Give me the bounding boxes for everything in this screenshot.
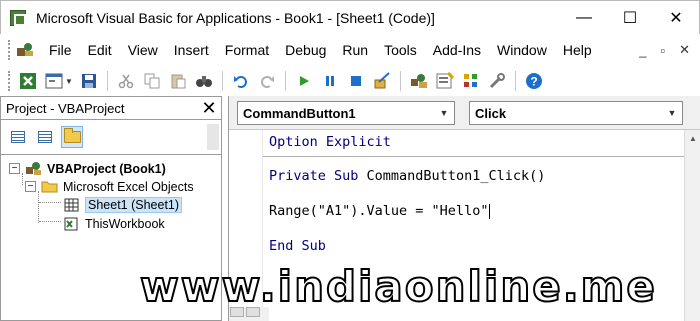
object-combo[interactable]: CommandButton1 ▼ bbox=[237, 101, 455, 125]
worksheet-icon bbox=[63, 197, 80, 212]
menu-edit[interactable]: Edit bbox=[80, 42, 120, 58]
procedure-combo-value: Click bbox=[475, 105, 507, 121]
view-excel-icon[interactable] bbox=[17, 70, 39, 92]
maximize-button[interactable]: ☐ bbox=[607, 1, 653, 35]
svg-text:?: ? bbox=[530, 75, 537, 89]
folder-open-icon bbox=[41, 179, 58, 194]
view-object-button[interactable] bbox=[34, 126, 56, 148]
watermark-text: www.indiaonline.me bbox=[139, 261, 657, 312]
tree-node-thisworkbook[interactable]: ThisWorkbook bbox=[63, 214, 165, 233]
menu-bar: File Edit View Insert Format Debug Run T… bbox=[0, 34, 700, 66]
menu-file[interactable]: File bbox=[41, 42, 80, 58]
project-pane-toolbar bbox=[0, 120, 222, 154]
redo-icon[interactable] bbox=[256, 70, 278, 92]
text-cursor bbox=[489, 203, 491, 219]
find-icon[interactable] bbox=[193, 70, 215, 92]
tree-node-vbaproject[interactable]: − VBAProject (Book1) bbox=[9, 159, 166, 178]
excel-vba-app-icon bbox=[8, 7, 30, 29]
toolbar-grip[interactable] bbox=[8, 71, 11, 91]
cut-icon[interactable] bbox=[115, 70, 137, 92]
tree-label-vbaproject: VBAProject (Book1) bbox=[47, 161, 166, 176]
menu-debug[interactable]: Debug bbox=[277, 42, 334, 58]
tree-node-sheet1[interactable]: Sheet1 (Sheet1) bbox=[63, 195, 183, 214]
code-line-end-sub[interactable]: End Sub bbox=[269, 238, 326, 254]
code-combo-row: CommandButton1 ▼ Click ▼ bbox=[229, 96, 700, 130]
paste-icon[interactable] bbox=[167, 70, 189, 92]
chevron-down-icon[interactable]: ▼ bbox=[662, 102, 682, 124]
close-button[interactable]: ✕ bbox=[653, 1, 699, 35]
sub-keyword: Private Sub bbox=[269, 168, 359, 184]
minimize-button[interactable]: — bbox=[561, 1, 607, 35]
code-line-sub[interactable]: Private Sub CommandButton1_Click() bbox=[269, 168, 545, 184]
view-code-icon bbox=[11, 131, 25, 143]
view-object-icon bbox=[38, 131, 52, 143]
window-title: Microsoft Visual Basic for Applications … bbox=[36, 9, 435, 26]
help-icon[interactable]: ? bbox=[523, 70, 545, 92]
properties-window-icon[interactable] bbox=[434, 70, 456, 92]
toolbar-separator bbox=[284, 71, 286, 91]
mdi-minimize-button[interactable]: _ bbox=[639, 43, 646, 58]
object-browser-icon[interactable] bbox=[460, 70, 482, 92]
project-pane-title: Project - VBAProject bbox=[6, 100, 125, 116]
menu-run[interactable]: Run bbox=[334, 42, 376, 58]
copy-icon[interactable] bbox=[141, 70, 163, 92]
code-body-text: Range("A1").Value = "Hello" bbox=[269, 203, 489, 219]
menu-format[interactable]: Format bbox=[217, 42, 277, 58]
insert-userform-icon[interactable] bbox=[43, 70, 65, 92]
menu-insert[interactable]: Insert bbox=[166, 42, 217, 58]
tree-label-excel-objects: Microsoft Excel Objects bbox=[63, 179, 194, 194]
code-line-body[interactable]: Range("A1").Value = "Hello" bbox=[269, 203, 491, 219]
scroll-up-icon[interactable]: ▲ bbox=[685, 130, 700, 146]
menu-help[interactable]: Help bbox=[555, 42, 600, 58]
tree-label-thisworkbook: ThisWorkbook bbox=[85, 216, 165, 231]
project-pane-close-button[interactable]: ✕ bbox=[197, 97, 221, 119]
code-vertical-scrollbar[interactable]: ▲ bbox=[684, 130, 700, 321]
collapse-icon[interactable]: − bbox=[25, 181, 36, 192]
collapse-icon[interactable]: − bbox=[9, 163, 20, 174]
menu-tools[interactable]: Tools bbox=[376, 42, 425, 58]
toolbar-separator bbox=[399, 71, 401, 91]
menu-window[interactable]: Window bbox=[489, 42, 555, 58]
tree-label-sheet1: Sheet1 (Sheet1) bbox=[85, 196, 183, 213]
run-icon[interactable] bbox=[293, 70, 315, 92]
tree-node-excel-objects[interactable]: − Microsoft Excel Objects bbox=[25, 177, 194, 196]
procedure-combo[interactable]: Click ▼ bbox=[469, 101, 683, 125]
standard-toolbar: ▼ ? bbox=[0, 66, 700, 96]
view-code-button[interactable] bbox=[7, 126, 29, 148]
insert-dropdown-icon[interactable]: ▼ bbox=[65, 77, 73, 86]
mdi-close-button[interactable]: ✕ bbox=[679, 42, 690, 58]
break-icon[interactable] bbox=[319, 70, 341, 92]
menubar-grip[interactable] bbox=[8, 40, 11, 60]
object-combo-value: CommandButton1 bbox=[243, 105, 356, 121]
save-icon[interactable] bbox=[78, 70, 100, 92]
project-pane-header: Project - VBAProject ✕ bbox=[0, 96, 222, 120]
chevron-down-icon[interactable]: ▼ bbox=[434, 102, 454, 124]
reset-icon[interactable] bbox=[345, 70, 367, 92]
sub-name: CommandButton1_Click() bbox=[358, 168, 546, 184]
title-bar: Microsoft Visual Basic for Applications … bbox=[0, 0, 700, 34]
toolbox-icon[interactable] bbox=[486, 70, 508, 92]
project-pane-scroll[interactable] bbox=[207, 124, 219, 150]
mdi-restore-button[interactable]: ▫ bbox=[660, 43, 665, 58]
vba-project-icon[interactable] bbox=[15, 40, 35, 60]
mdi-controls: _ ▫ ✕ bbox=[639, 42, 690, 58]
toolbar-separator bbox=[106, 71, 108, 91]
toolbar-separator bbox=[221, 71, 223, 91]
toggle-folders-button[interactable] bbox=[61, 126, 83, 148]
toolbar-separator bbox=[514, 71, 516, 91]
menu-add-ins[interactable]: Add-Ins bbox=[425, 42, 489, 58]
undo-icon[interactable] bbox=[230, 70, 252, 92]
vba-project-icon bbox=[25, 161, 42, 176]
procedure-separator bbox=[263, 156, 685, 157]
workbook-icon bbox=[63, 216, 80, 231]
folder-icon bbox=[63, 128, 81, 143]
menu-view[interactable]: View bbox=[120, 42, 166, 58]
code-line-option[interactable]: Option Explicit bbox=[269, 134, 391, 150]
project-explorer-icon[interactable] bbox=[408, 70, 430, 92]
design-mode-icon[interactable] bbox=[371, 70, 393, 92]
